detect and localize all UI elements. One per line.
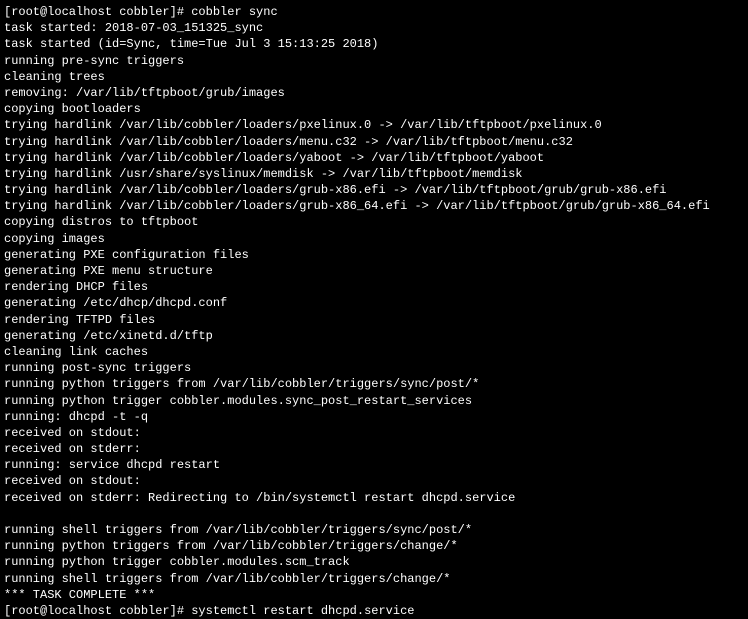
- output-line: trying hardlink /var/lib/cobbler/loaders…: [4, 150, 744, 166]
- output-line: copying images: [4, 231, 744, 247]
- output-line: *** TASK COMPLETE ***: [4, 587, 744, 603]
- output-line: [4, 506, 744, 522]
- output-line: running pre-sync triggers: [4, 53, 744, 69]
- output-line: generating /etc/xinetd.d/tftp: [4, 328, 744, 344]
- terminal-window[interactable]: [root@localhost cobbler]# cobbler sync t…: [4, 4, 744, 619]
- shell-prompt: [root@localhost cobbler]#: [4, 604, 191, 618]
- output-line: generating PXE menu structure: [4, 263, 744, 279]
- output-line: copying bootloaders: [4, 101, 744, 117]
- command-line-1: [root@localhost cobbler]# cobbler sync: [4, 4, 744, 20]
- output-line: running shell triggers from /var/lib/cob…: [4, 571, 744, 587]
- output-line: task started (id=Sync, time=Tue Jul 3 15…: [4, 36, 744, 52]
- terminal-output: task started: 2018-07-03_151325_synctask…: [4, 20, 744, 603]
- output-line: cleaning link caches: [4, 344, 744, 360]
- output-line: rendering TFTPD files: [4, 312, 744, 328]
- output-line: running python triggers from /var/lib/co…: [4, 538, 744, 554]
- output-line: trying hardlink /var/lib/cobbler/loaders…: [4, 117, 744, 133]
- output-line: running shell triggers from /var/lib/cob…: [4, 522, 744, 538]
- output-line: trying hardlink /var/lib/cobbler/loaders…: [4, 198, 744, 214]
- command-text: cobbler sync: [191, 5, 277, 19]
- output-line: cleaning trees: [4, 69, 744, 85]
- output-line: running post-sync triggers: [4, 360, 744, 376]
- output-line: generating PXE configuration files: [4, 247, 744, 263]
- shell-prompt: [root@localhost cobbler]#: [4, 5, 191, 19]
- output-line: received on stdout:: [4, 425, 744, 441]
- output-line: task started: 2018-07-03_151325_sync: [4, 20, 744, 36]
- output-line: running python trigger cobbler.modules.s…: [4, 554, 744, 570]
- output-line: received on stderr: Redirecting to /bin/…: [4, 490, 744, 506]
- output-line: received on stderr:: [4, 441, 744, 457]
- output-line: running python trigger cobbler.modules.s…: [4, 393, 744, 409]
- output-line: generating /etc/dhcp/dhcpd.conf: [4, 295, 744, 311]
- output-line: trying hardlink /var/lib/cobbler/loaders…: [4, 182, 744, 198]
- output-line: running python triggers from /var/lib/co…: [4, 376, 744, 392]
- command-line-2: [root@localhost cobbler]# systemctl rest…: [4, 603, 744, 619]
- output-line: rendering DHCP files: [4, 279, 744, 295]
- output-line: removing: /var/lib/tftpboot/grub/images: [4, 85, 744, 101]
- output-line: running: service dhcpd restart: [4, 457, 744, 473]
- output-line: trying hardlink /usr/share/syslinux/memd…: [4, 166, 744, 182]
- output-line: running: dhcpd -t -q: [4, 409, 744, 425]
- output-line: trying hardlink /var/lib/cobbler/loaders…: [4, 134, 744, 150]
- command-text: systemctl restart dhcpd.service: [191, 604, 414, 618]
- output-line: copying distros to tftpboot: [4, 214, 744, 230]
- output-line: received on stdout:: [4, 473, 744, 489]
